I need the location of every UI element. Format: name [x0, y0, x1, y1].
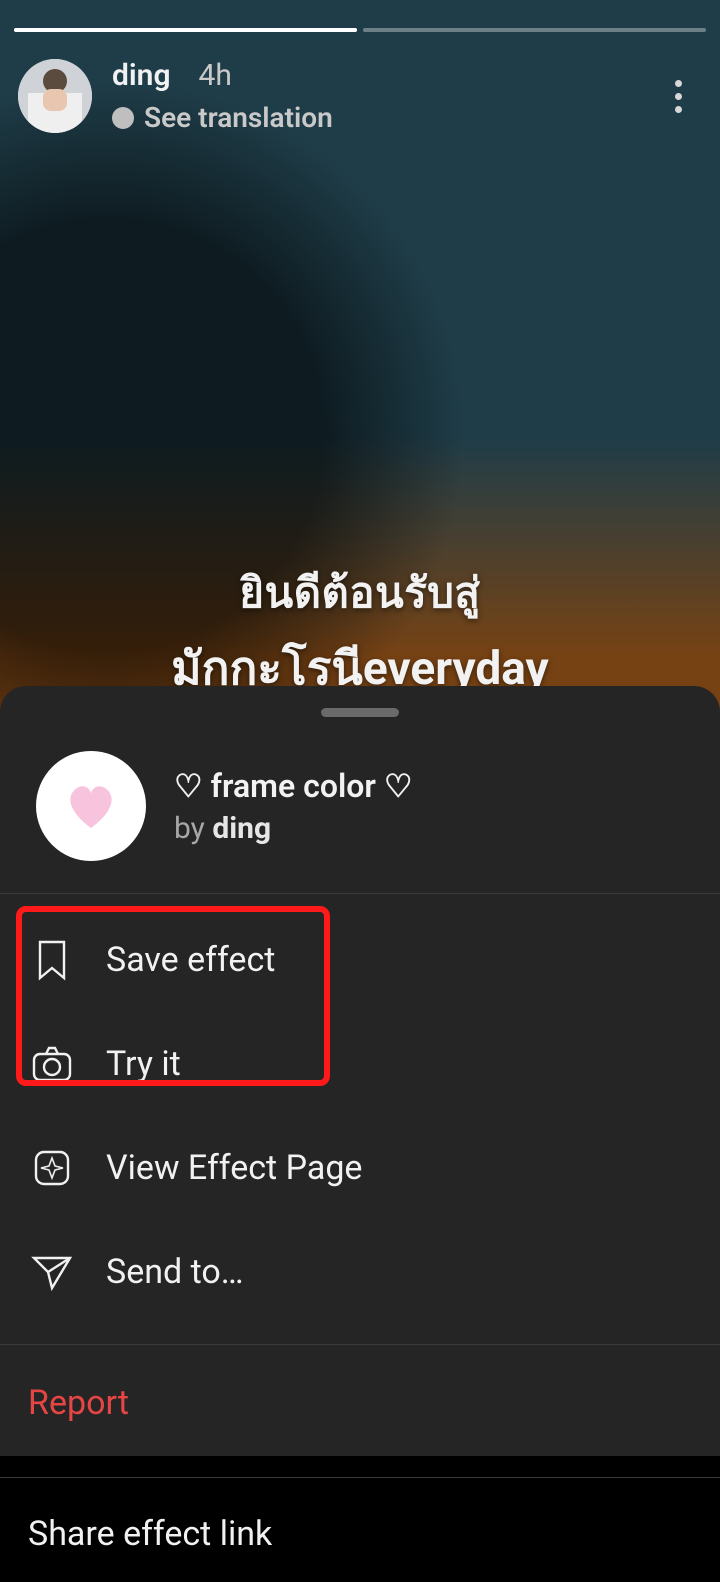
more-options-button[interactable] [654, 72, 702, 120]
story-progress [14, 28, 706, 32]
try-it-button[interactable]: Try it [0, 1012, 720, 1116]
view-effect-page-button[interactable]: View Effect Page [0, 1116, 720, 1220]
story-header: ding 4h See translation [0, 50, 720, 142]
camera-icon [28, 1040, 76, 1088]
effect-header: ♡ frame color ♡ by ding [0, 717, 720, 894]
story-caption: ยินดีต้อนรับสู่ มักกะโรนีeveryday [0, 560, 720, 705]
caption-line-1: ยินดีต้อนรับสู่ [0, 560, 720, 626]
effect-author-line[interactable]: by ding [174, 811, 413, 846]
progress-segment [14, 28, 357, 32]
see-translation-label: See translation [144, 101, 333, 134]
effect-name: ♡ frame color ♡ [174, 767, 413, 805]
chat-bubble-icon [112, 107, 134, 129]
avatar-image [18, 59, 92, 133]
effect-bottom-sheet: ♡ frame color ♡ by ding Save effect Try … [0, 686, 720, 1456]
heart-icon [59, 774, 123, 838]
username[interactable]: ding [112, 58, 171, 93]
progress-segment [363, 28, 706, 32]
menu-divider [0, 1344, 720, 1345]
by-prefix: by [174, 811, 212, 846]
menu-divider [0, 1477, 720, 1478]
send-to-button[interactable]: Send to… [0, 1220, 720, 1324]
sparkle-square-icon [28, 1144, 76, 1192]
try-it-label: Try it [106, 1044, 181, 1084]
save-effect-button[interactable]: Save effect [0, 908, 720, 1012]
more-icon [675, 80, 682, 87]
view-effect-page-label: View Effect Page [106, 1148, 362, 1188]
report-button[interactable]: Report [0, 1353, 720, 1457]
share-effect-link-label: Share effect link [28, 1514, 272, 1554]
sheet-drag-handle[interactable] [321, 708, 399, 717]
see-translation-button[interactable]: See translation [112, 101, 654, 134]
save-effect-label: Save effect [106, 940, 275, 980]
report-label: Report [28, 1383, 129, 1423]
share-effect-link-button[interactable]: Share effect link [0, 1486, 720, 1582]
story-timestamp: 4h [199, 58, 232, 93]
bookmark-icon [28, 936, 76, 984]
effect-menu: Save effect Try it View Effect Page Send… [0, 894, 720, 1582]
effect-avatar[interactable] [36, 751, 146, 861]
user-avatar[interactable] [18, 59, 92, 133]
effect-author: ding [212, 811, 271, 846]
send-icon [28, 1248, 76, 1296]
send-to-label: Send to… [106, 1252, 244, 1292]
